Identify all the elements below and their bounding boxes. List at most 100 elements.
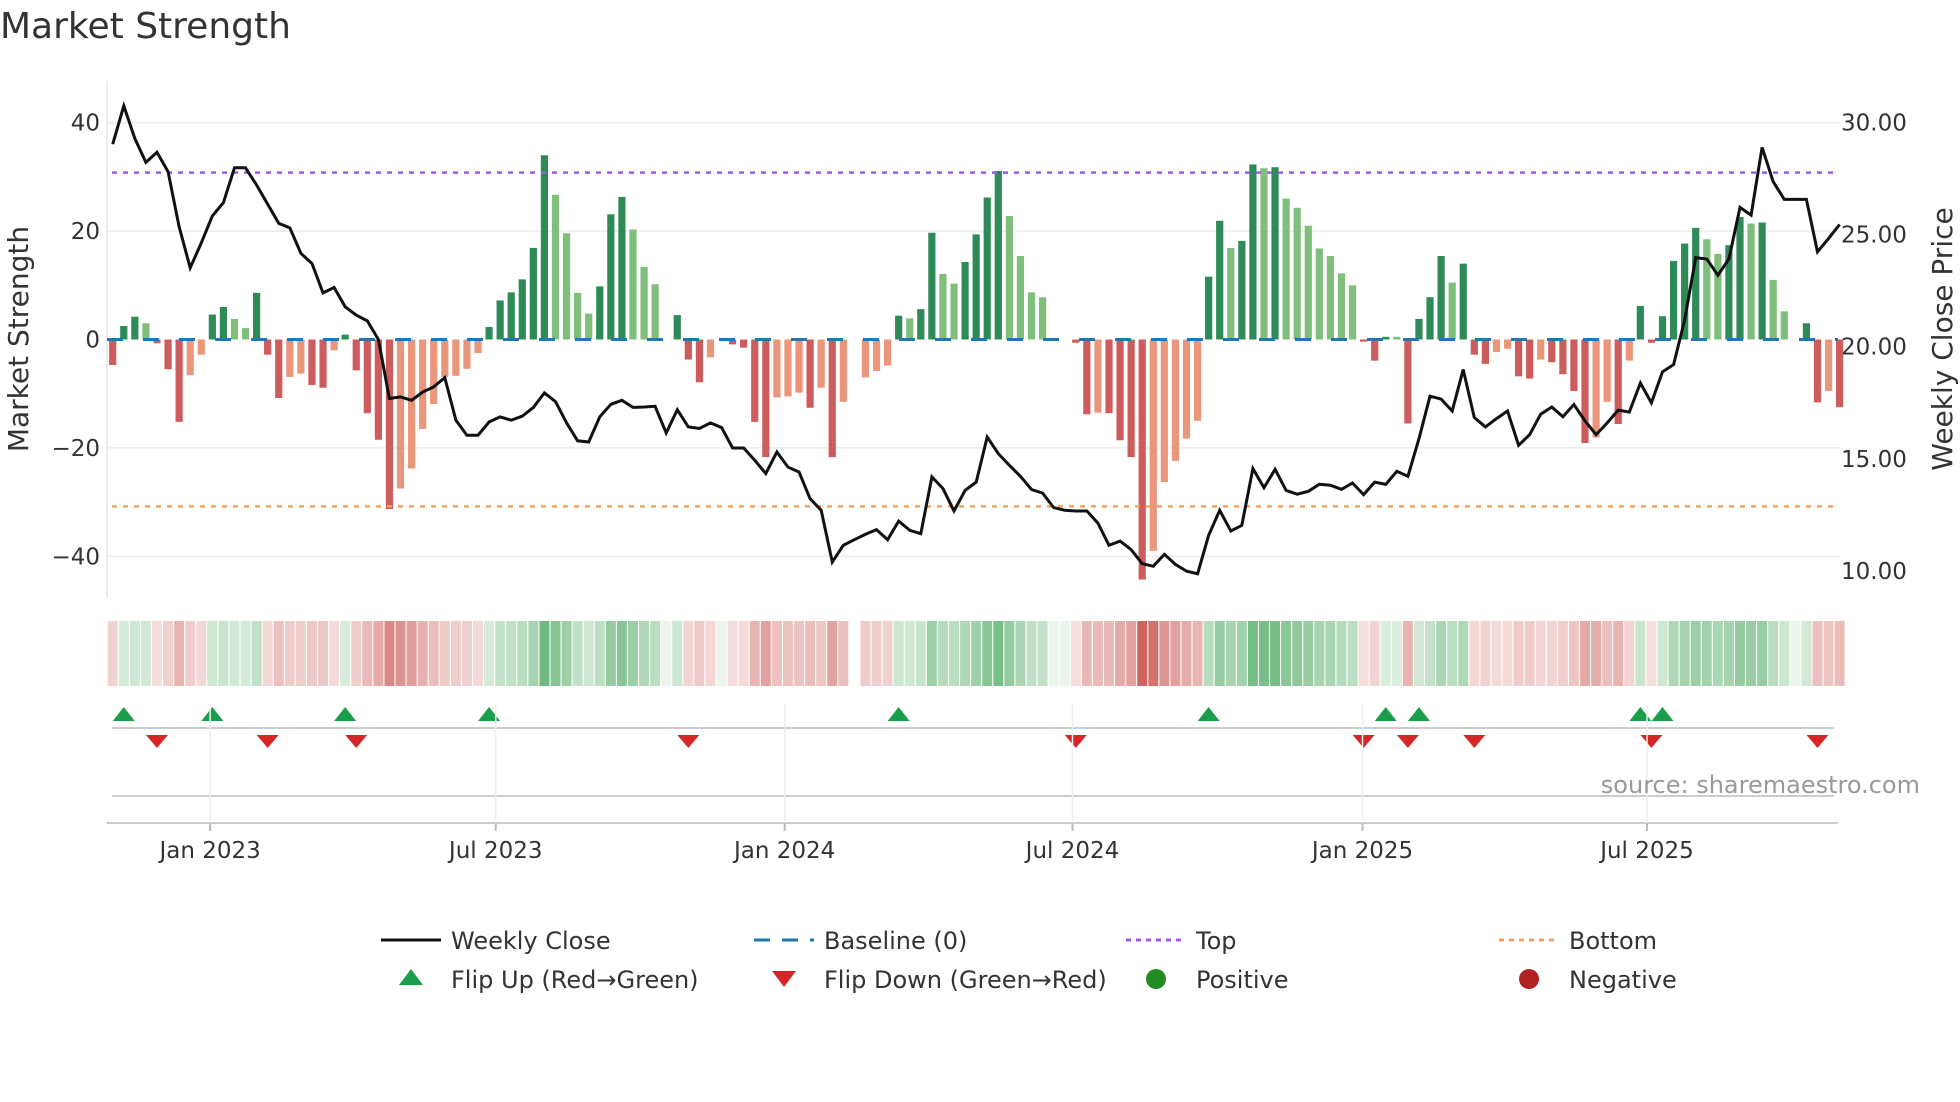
y-tick-label-left: 20 [71,219,100,245]
strength-bar [297,339,305,374]
strength-bar [407,339,416,469]
strip-cell [683,621,694,686]
strength-bar [1603,339,1611,402]
strength-bar [1138,339,1146,580]
flip-up-marker [334,707,357,721]
strip-cell [627,621,638,686]
strip-cell [1159,621,1170,686]
legend-item-close: Weekly Close [381,927,611,955]
strip-cell [1126,621,1137,686]
strip-cell [738,621,749,686]
flip-up-marker [201,707,224,721]
flip-down-marker [256,735,279,748]
flip-up-marker [887,707,910,721]
strip-cell [904,621,915,686]
strength-bar [1105,339,1113,414]
strip-cell [1336,621,1347,686]
strip-cell [1314,621,1325,686]
strength-bar [773,339,781,398]
strength-bar [1371,339,1379,361]
strength-bar [1171,339,1180,461]
strip-cell [417,621,428,686]
strip-cell [1148,621,1159,686]
market-strength-chart: Market Strength Market Strength Weekly C… [0,6,1959,994]
strip-cell [1779,621,1790,686]
strip-cell [1568,621,1579,686]
strength-bar [1813,339,1822,403]
legend-item-top: Top [1126,927,1237,955]
strength-bar [1182,339,1191,439]
strip-cell [395,621,406,686]
strength-bar [1083,339,1091,415]
strength-bar [241,328,250,340]
strip-cell [1104,621,1114,686]
strength-bar [330,339,338,351]
strength-bar [872,339,881,371]
strip-cell [1402,621,1413,686]
strength-bar [939,273,947,340]
legend-item-negative: Negative [1519,966,1677,994]
legend-label: Baseline (0) [824,927,967,955]
strength-bar [175,339,183,422]
strength-bar [1038,297,1047,340]
strip-cell [450,621,461,686]
strength-bar [1526,339,1534,379]
strength-bar [1282,198,1290,340]
strength-bar [518,279,526,340]
strip-cell [1723,621,1734,686]
strip-cell [1580,621,1591,686]
flip-up-marker [1374,707,1397,721]
strip-cell [1613,621,1624,686]
strength-bar [1227,247,1235,340]
strength-bar [1636,305,1644,340]
strip-cell [1115,621,1126,686]
y-tick-label-left: −20 [51,436,100,462]
flip-down-marker [145,735,168,748]
strip-cell [616,621,627,686]
strip-cell [129,621,140,686]
flip-down-marker [1640,735,1663,748]
strength-bar [817,339,825,388]
source-note: source: sharemaestro.com [1601,771,1920,799]
strip-cell [1624,621,1635,686]
strength-bar [1481,339,1489,364]
strip-cell [318,621,329,686]
strength-bar [961,262,969,340]
strip-cell [1768,621,1779,686]
strip-cell [484,621,495,686]
strength-bar [884,339,892,366]
flip-up-marker [1197,707,1220,721]
strength-bar [164,339,172,370]
strength-bar [385,339,394,510]
strip-cell [1092,621,1103,686]
strength-bar [762,339,770,458]
strip-cell [949,621,960,686]
strip-cell [605,621,616,686]
strength-bar [1149,339,1157,551]
y-ticks-right: 30.00 25.00 20.00 15.00 10.00 [1841,110,1907,584]
strip-cell [1225,621,1236,686]
strength-bar [286,339,294,377]
legend-label: Weekly Close [451,927,611,955]
strip-cell [1413,621,1424,686]
strip-cell [151,621,162,686]
legend-item-flip-down: Flip Down (Green→Red) [772,966,1107,994]
strip-cell [639,621,650,686]
strength-bar [430,339,438,404]
strength-bar [684,339,692,360]
strength-bar [1205,276,1213,340]
strip-cell [1015,621,1026,686]
strip-cell [993,621,1004,686]
strength-bar [1315,248,1323,340]
strip-cell [771,621,782,686]
flip-up-marker [478,707,501,721]
strip-cell [749,621,760,686]
flip-down-marker [1396,735,1419,748]
strip-cell [1513,621,1524,686]
legend-item-flip-up: Flip Up (Red→Green) [399,966,699,994]
strength-bar [1514,339,1523,377]
y-tick-label-right: 25.00 [1841,223,1907,249]
flip-up-marker [1651,707,1674,721]
strip-cell [561,621,572,686]
strip-cell [185,621,196,686]
